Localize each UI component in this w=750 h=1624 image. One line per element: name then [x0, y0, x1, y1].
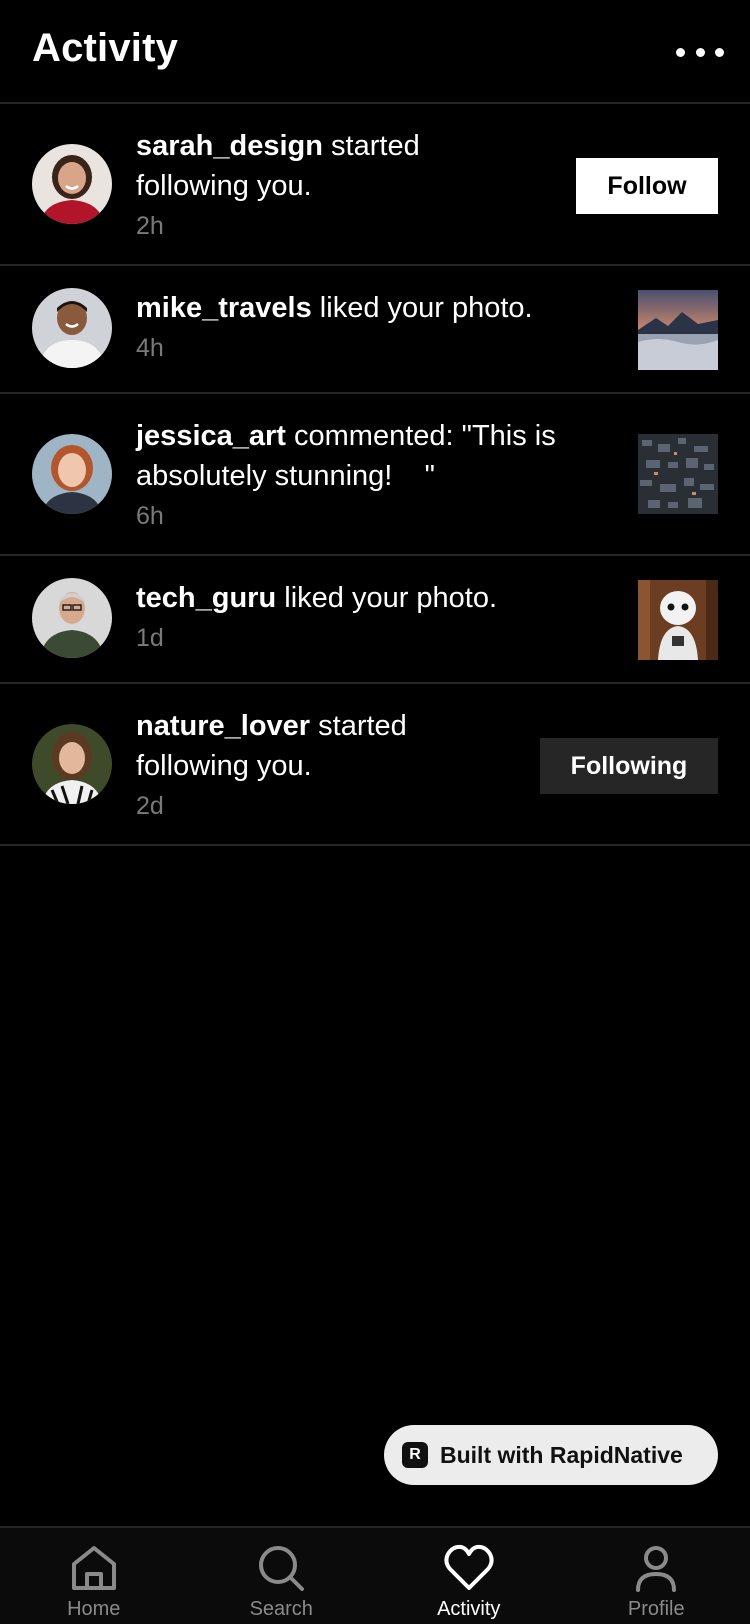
rapidnative-logo-icon: R	[402, 1442, 428, 1468]
timestamp: 1d	[136, 624, 164, 652]
activity-text: jessica_art commented: "This is absolute…	[136, 416, 576, 534]
avatar[interactable]	[32, 724, 112, 804]
activity-text: sarah_design started following you. 2h	[136, 126, 536, 244]
tab-profile[interactable]: Profile	[563, 1528, 750, 1624]
timestamp: 2h	[136, 212, 164, 240]
profile-icon	[636, 1546, 677, 1592]
activity-item[interactable]: mike_travels liked your photo. 4h	[0, 266, 750, 394]
username-link[interactable]: sarah_design	[136, 130, 323, 162]
avatar[interactable]	[32, 288, 112, 368]
post-thumbnail[interactable]	[638, 580, 718, 660]
built-with-badge[interactable]: R Built with RapidNative	[384, 1425, 718, 1485]
activity-item[interactable]: nature_lover started following you. 2d F…	[0, 684, 750, 846]
more-options-button[interactable]	[676, 36, 724, 68]
activity-list: sarah_design started following you. 2h F…	[0, 104, 750, 846]
avatar[interactable]	[32, 144, 112, 224]
page-title: Activity	[32, 26, 179, 70]
timestamp: 4h	[136, 334, 164, 362]
username-link[interactable]: tech_guru	[136, 582, 276, 614]
timestamp: 6h	[136, 502, 164, 530]
activity-text: tech_guru liked your photo. 1d	[136, 578, 576, 656]
post-thumbnail[interactable]	[638, 434, 718, 514]
badge-text: Built with RapidNative	[440, 1441, 683, 1468]
follow-button[interactable]: Follow	[576, 158, 718, 214]
avatar[interactable]	[32, 578, 112, 658]
tab-activity[interactable]: Activity	[375, 1528, 563, 1624]
avatar[interactable]	[32, 434, 112, 514]
timestamp: 2d	[136, 792, 164, 820]
header: Activity	[0, 0, 750, 104]
tab-home[interactable]: Home	[0, 1528, 188, 1624]
more-horizontal-icon	[676, 47, 685, 57]
username-link[interactable]: nature_lover	[136, 710, 310, 742]
search-icon	[259, 1546, 305, 1591]
username-link[interactable]: mike_travels	[136, 292, 312, 324]
tab-label: Activity	[437, 1598, 501, 1620]
post-thumbnail[interactable]	[638, 290, 718, 370]
home-icon	[71, 1546, 116, 1590]
activity-item[interactable]: tech_guru liked your photo. 1d	[0, 556, 750, 684]
tab-search[interactable]: Search	[188, 1528, 376, 1624]
activity-text: nature_lover started following you. 2d	[136, 706, 426, 824]
activity-text: mike_travels liked your photo. 4h	[136, 288, 576, 366]
tab-label: Profile	[627, 1598, 685, 1620]
following-button[interactable]: Following	[540, 738, 718, 794]
tab-label: Home	[67, 1598, 121, 1620]
activity-item[interactable]: jessica_art commented: "This is absolute…	[0, 394, 750, 556]
activity-item[interactable]: sarah_design started following you. 2h F…	[0, 104, 750, 266]
heart-icon	[444, 1544, 494, 1590]
bottom-tab-bar: Home Search Activity Profile	[0, 1526, 750, 1624]
username-link[interactable]: jessica_art	[136, 420, 286, 452]
tab-label: Search	[249, 1598, 313, 1620]
